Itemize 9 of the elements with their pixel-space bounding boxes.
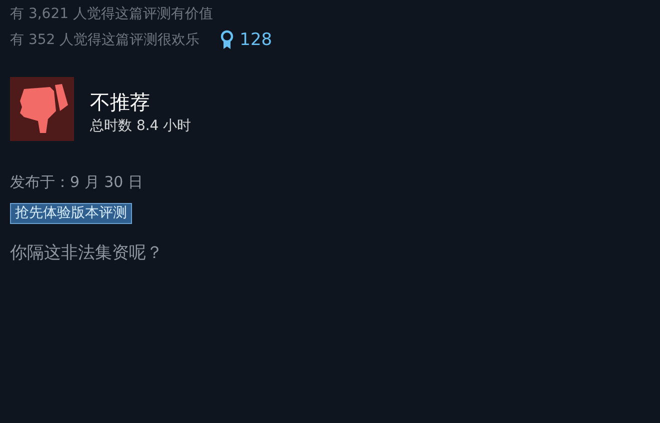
award-icon bbox=[220, 30, 234, 50]
posted-date: 发布于：9 月 30 日 bbox=[10, 173, 144, 192]
helpful-count-text: 有 3,621 人觉得这篇评测有价值 bbox=[10, 4, 213, 22]
verdict-title: 不推荐 bbox=[90, 90, 151, 114]
early-access-tag: 抢先体验版本评测 bbox=[10, 203, 132, 224]
helpful-count-text: 有 352 人觉得这篇评测很欢乐 bbox=[10, 30, 200, 48]
review-text: 你隔这非法集资呢？ bbox=[10, 242, 164, 264]
award-count: 128 bbox=[240, 30, 272, 50]
playtime-text: 总时数 8.4 小时 bbox=[90, 117, 192, 135]
